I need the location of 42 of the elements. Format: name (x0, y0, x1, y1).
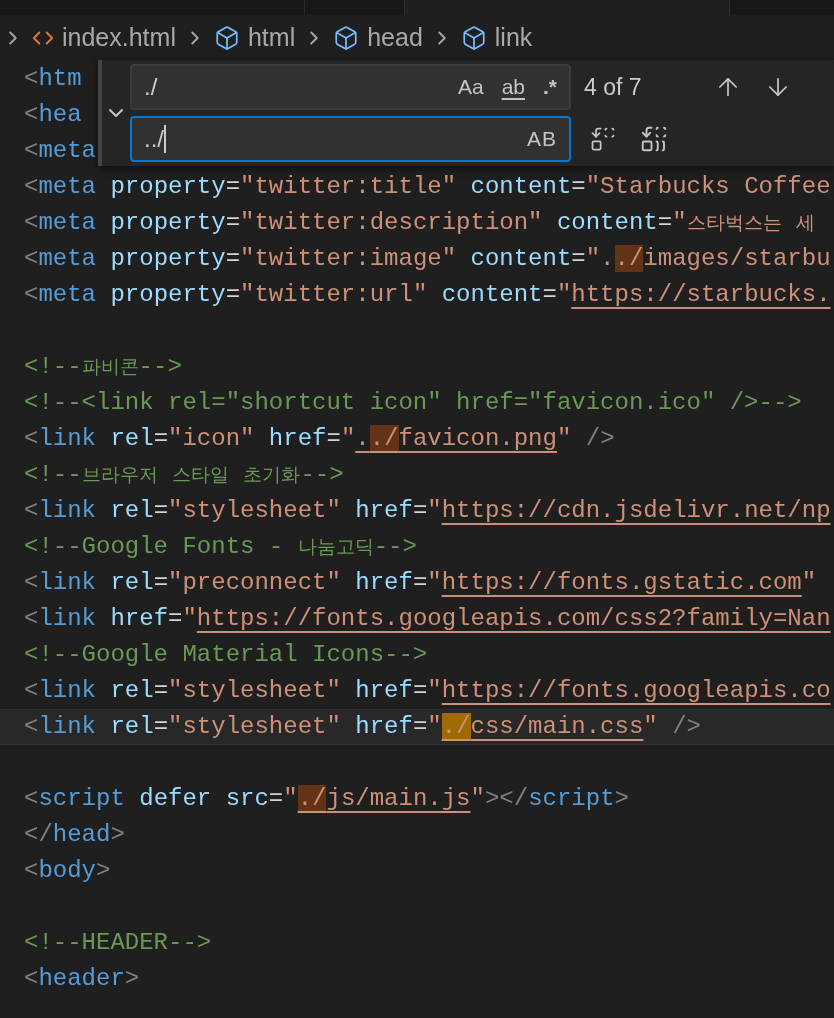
code-line: <link rel="stylesheet" href="https://fonts.googleapis.co (24, 676, 831, 706)
replace-field[interactable]: ../ AB (130, 116, 571, 162)
breadcrumb-item[interactable]: link (494, 19, 533, 57)
replace-all-icon[interactable] (639, 124, 669, 154)
field-value: ./ (144, 72, 158, 102)
breadcrumb-item[interactable]: index.html (62, 19, 176, 57)
preserve-case-toggle[interactable]: AB (523, 125, 561, 153)
text-cursor (164, 125, 166, 153)
code-line: <!--<link rel="shortcut icon" href="favicon.ico" />--> (24, 388, 802, 418)
code-line: <link href="https://fonts.googleapis.com/css2?family=Nan (24, 604, 831, 634)
replace-icon[interactable] (589, 125, 617, 153)
case-toggle[interactable]: Aa (453, 73, 488, 101)
code-line: <script defer src="./js/main.js"></script> (24, 784, 629, 814)
code-line: <!--HEADER--> (24, 928, 212, 958)
cube-icon (333, 25, 360, 51)
code-line: <meta property="twitter:title" content="Starbucks Coffee (24, 172, 831, 202)
code-line: <meta property="twitter:url" content="https://starbucks. (24, 280, 831, 310)
code-line: <header> (24, 964, 140, 994)
word-toggle[interactable]: ab (497, 73, 529, 101)
code-line: <!--Google Fonts - 나눔고딕--> (24, 531, 417, 562)
find-field[interactable]: ./ Aa ab .* (130, 64, 571, 110)
code-line: </head> (24, 820, 125, 850)
code-line: <link rel="icon" href="../favicon.png" /> (24, 424, 615, 454)
cube-icon (460, 25, 487, 51)
cube-icon (213, 25, 240, 51)
code-line: <link rel="preconnect" href="https://fonts.gstatic.com" (24, 568, 817, 598)
code-line: <link rel="stylesheet" href="./css/main.css" /> (24, 712, 701, 742)
code-line: <!--브라우저 스타일 초기화--> (24, 459, 344, 490)
code-line: <hea (24, 100, 82, 130)
regex-toggle[interactable]: .* (539, 73, 561, 101)
breadcrumb-item[interactable]: html (247, 19, 296, 57)
code-line: <body> (24, 856, 111, 886)
code-line: <meta property="twitter:image" content="../images/starbu (24, 244, 831, 274)
code-line: <meta property="twitter:description" content="스타벅스는 세 (24, 207, 815, 238)
code-line: <meta (24, 136, 96, 166)
match-count: 4 of 7 (584, 72, 643, 102)
field-value: ../ (144, 124, 164, 154)
code-line: <htm (24, 64, 82, 94)
code-line: <!--Google Material Icons--> (24, 640, 428, 670)
code-line: <!--파비콘--> (24, 351, 182, 382)
breadcrumb-item[interactable]: head (367, 19, 423, 57)
code-line: <link rel="stylesheet" href="https://cdn.jsdelivr.net/np (24, 496, 831, 526)
